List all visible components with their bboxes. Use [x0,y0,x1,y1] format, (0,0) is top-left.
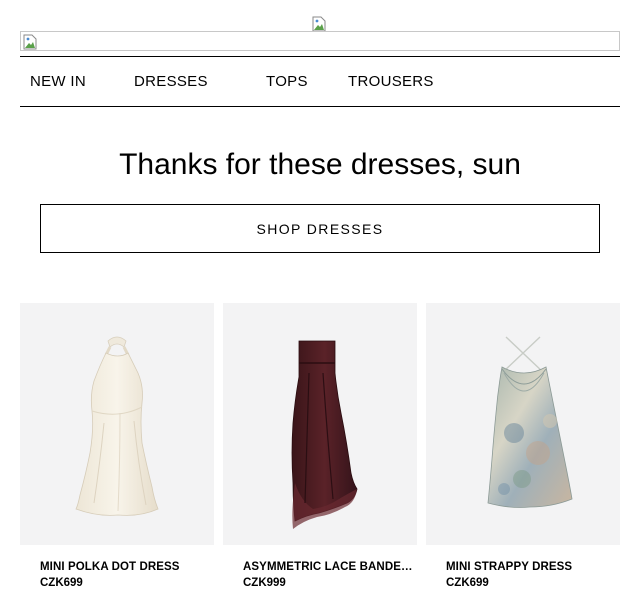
product-image-strappy-print-dress[interactable] [426,303,620,545]
nav-link-trousers[interactable]: TROUSERS [348,73,434,91]
product-card[interactable]: MINI STRAPPY DRESS CZK699 [426,303,620,600]
product-card[interactable]: ASYMMETRIC LACE BANDEA... CZK999 [223,303,417,600]
strappy-print-dress-illustration [487,336,573,508]
hero-headline: Thanks for these dresses, sun [119,148,521,181]
product-price: CZK999 [243,577,286,589]
nav-link-new-in[interactable]: NEW IN [30,73,86,91]
product-name[interactable]: MINI POLKA DOT DRESS [40,560,210,574]
nav-divider-top [20,56,620,57]
product-name[interactable]: MINI STRAPPY DRESS [446,560,616,574]
brand-logo-image[interactable] [312,16,328,32]
product-price: CZK699 [446,577,489,589]
product-card[interactable]: MINI POLKA DOT DRESS CZK699 [20,303,214,600]
nav-link-tops[interactable]: TOPS [266,73,308,91]
product-price: CZK699 [40,577,83,589]
product-image-burgundy-lace-dress[interactable] [223,303,417,545]
nav-link-dresses[interactable]: DRESSES [134,73,208,91]
white-halter-dress-illustration [75,336,159,516]
product-name[interactable]: ASYMMETRIC LACE BANDEA... [243,560,413,574]
burgundy-strapless-dress-illustration [291,340,358,529]
nav-divider-bottom [20,106,620,107]
broken-image-icon [23,34,37,50]
product-image-white-halter-dress[interactable] [20,303,214,545]
broken-image-icon [312,16,326,32]
shop-dresses-button[interactable]: SHOP DRESSES [40,204,600,253]
banner-image[interactable] [20,31,620,51]
